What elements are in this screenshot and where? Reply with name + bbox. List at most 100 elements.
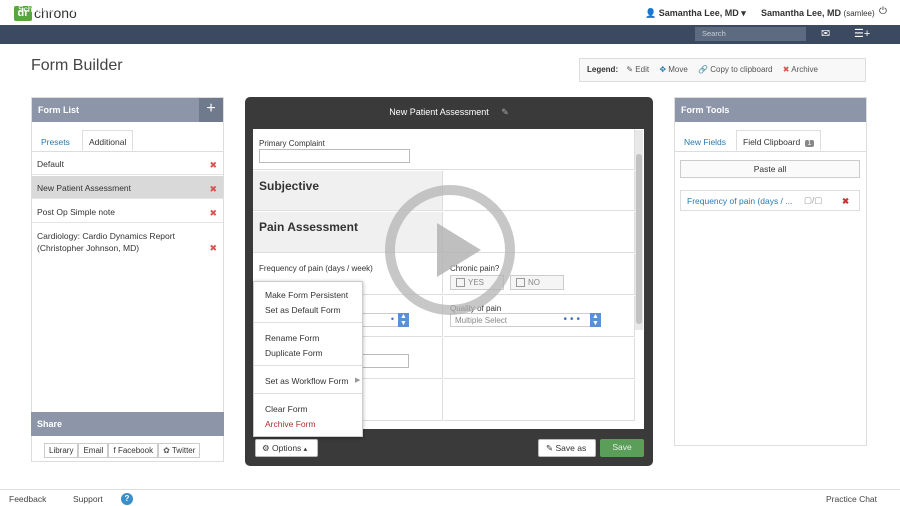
legend: Legend: ✎ Edit ✥ Move 🔗 Copy to clipboar… [579, 58, 866, 82]
field-label: Frequency of pain (days / week) [259, 264, 373, 273]
power-icon[interactable]: ⏻ [879, 6, 887, 17]
save-button[interactable]: Save [600, 439, 644, 457]
share-buttons: Library Email f Facebook ✿ Twitter [44, 443, 201, 458]
menu-duplicate[interactable]: Duplicate Form [265, 348, 323, 358]
archive-x-icon[interactable]: ✖ [209, 184, 217, 195]
primary-complaint-input[interactable] [259, 149, 410, 163]
form-item-sublabel: (Christopher Johnson, MD) [37, 243, 140, 253]
paste-all-button[interactable]: Paste all [680, 160, 860, 178]
submenu-arrow-icon: ▶ [355, 377, 361, 384]
menu-make-persistent[interactable]: Make Form Persistent [265, 290, 348, 300]
nav-patients[interactable]: Patients [118, 4, 149, 14]
page-title: Form Builder [31, 57, 123, 74]
form-name: New Patient Assessment [389, 107, 489, 117]
menu-rename[interactable]: Rename Form [265, 333, 319, 343]
save-as-button[interactable]: ✎ Save as [538, 439, 596, 457]
form-list-item[interactable]: Cardiology: Cardio Dynamics Report (Chri… [32, 224, 223, 264]
user-menu[interactable]: 👤 Samantha Lee, MD ▾ [645, 8, 746, 19]
options-menu: Make Form Persistent Set as Default Form… [253, 281, 363, 437]
clipboard-item-label: Frequency of pain (days / ... [687, 196, 793, 206]
form-item-label: New Patient Assessment [37, 183, 132, 193]
pencil-icon: ✎ [546, 443, 554, 453]
facebook-icon: f [113, 446, 116, 455]
no-button[interactable]: NO [510, 275, 564, 290]
form-item-label: Cardiology: Cardio Dynamics Report [37, 231, 175, 241]
feedback-link[interactable]: Feedback [9, 494, 46, 504]
practice-chat-link[interactable]: Practice Chat [826, 494, 877, 504]
tab-field-clipboard[interactable]: Field Clipboard 1 [736, 130, 822, 151]
share-facebook-button[interactable]: f Facebook [108, 443, 159, 458]
menu-set-workflow[interactable]: Set as Workflow Form [265, 376, 348, 386]
legend-label: Legend: [587, 65, 619, 74]
account-display-name: Samantha Lee, MD [761, 8, 842, 18]
scrollbar-thumb[interactable] [636, 154, 642, 324]
options-button[interactable]: ⚙ Options ▴ [255, 439, 318, 457]
form-list-title: Form List [38, 105, 80, 115]
legend-move: Move [668, 65, 688, 74]
nav-billing[interactable]: Billing [215, 4, 238, 14]
form-field-primary-complaint[interactable]: Primary Complaint [253, 129, 635, 170]
archive-x-icon[interactable]: ✖ [209, 242, 217, 254]
nav-schedule[interactable]: Schedule [18, 4, 53, 14]
menu-set-default[interactable]: Set as Default Form [265, 305, 341, 315]
form-item-label: Default [37, 159, 64, 169]
quality-multiselect[interactable]: Multiple Select ••• [450, 313, 600, 327]
mail-icon[interactable]: ✉ [821, 27, 830, 40]
select-arrows-icon[interactable]: ▲ ▼ [398, 313, 409, 327]
caret-up-icon: ▴ [303, 446, 308, 453]
gear-icon: ⚙ [262, 443, 270, 453]
facebook-label: Facebook [117, 446, 154, 455]
clipboard-item[interactable]: Frequency of pain (days / ... ▢/▢ ✖ [680, 190, 860, 211]
field-label: Primary Complaint [259, 139, 325, 148]
video-play-icon[interactable] [385, 185, 515, 315]
tab-presets[interactable]: Presets [35, 131, 76, 152]
legend-copy: Copy to clipboard [710, 65, 773, 74]
share-twitter-button[interactable]: ✿ Twitter [158, 443, 201, 458]
form-tools-panel: Form Tools New Fields Field Clipboard 1 [674, 97, 867, 446]
archive-x-icon: ✖ [782, 65, 790, 74]
share-library-button[interactable]: Library [44, 443, 79, 458]
select-arrows-icon[interactable]: ▲ ▼ [590, 313, 601, 327]
share-email-button[interactable]: Email [78, 443, 109, 458]
remove-x-icon[interactable]: ✖ [842, 196, 849, 207]
checkbox-icon [516, 278, 525, 288]
search-input[interactable]: Search [695, 27, 806, 41]
user-icon: 👤 [645, 8, 657, 18]
form-item-label: Post Op Simple note [37, 207, 115, 217]
legend-archive: Archive [791, 65, 818, 74]
canvas-scrollbar[interactable] [635, 130, 643, 330]
tab-additional[interactable]: Additional [82, 130, 134, 151]
form-tools-header: Form Tools [675, 98, 866, 122]
pencil-icon: ✎ [626, 65, 634, 74]
form-list-item[interactable]: Post Op Simple note ✖ [32, 200, 223, 223]
nav-reports[interactable]: Reports [167, 4, 197, 14]
nav-clinical[interactable]: Clinical [72, 4, 99, 14]
tab-new-fields[interactable]: New Fields [678, 131, 732, 152]
user-name: Samantha Lee, MD [658, 8, 739, 18]
form-name-header: New Patient Assessment ✎ [245, 107, 653, 118]
footer: Feedback Support ? Practice Chat [0, 489, 900, 506]
archive-x-icon[interactable]: ✖ [209, 160, 217, 171]
multiselect-placeholder: Multiple Select [455, 316, 508, 325]
add-form-icon[interactable]: + [199, 98, 223, 122]
form-list-panel: Form List + Presets Additional Default ✖… [31, 97, 224, 462]
support-link[interactable]: Support [73, 494, 103, 504]
menu-clear[interactable]: Clear Form [265, 404, 308, 414]
form-list-item-selected[interactable]: New Patient Assessment ✖ [32, 176, 223, 199]
nav-help[interactable]: Help [307, 4, 324, 14]
archive-x-icon[interactable]: ✖ [209, 208, 217, 219]
empty-cell [444, 380, 635, 421]
pencil-icon[interactable]: ✎ [501, 107, 509, 117]
checkbox-icon: ▢/▢ [804, 195, 823, 205]
empty-cell [444, 338, 635, 379]
twitter-icon: ✿ [163, 446, 170, 455]
account-name[interactable]: Samantha Lee, MD (samlee) [761, 8, 875, 18]
pain-assessment-heading: Pain Assessment [259, 220, 358, 234]
menu-add-icon[interactable]: ☰+ [854, 27, 870, 40]
dots-icon: ••• [563, 314, 583, 325]
form-list-item[interactable]: Default ✖ [32, 152, 223, 175]
menu-divider [254, 365, 362, 366]
menu-archive[interactable]: Archive Form [265, 419, 316, 429]
nav-account[interactable]: Account [257, 4, 288, 14]
help-icon[interactable]: ? [121, 493, 133, 505]
